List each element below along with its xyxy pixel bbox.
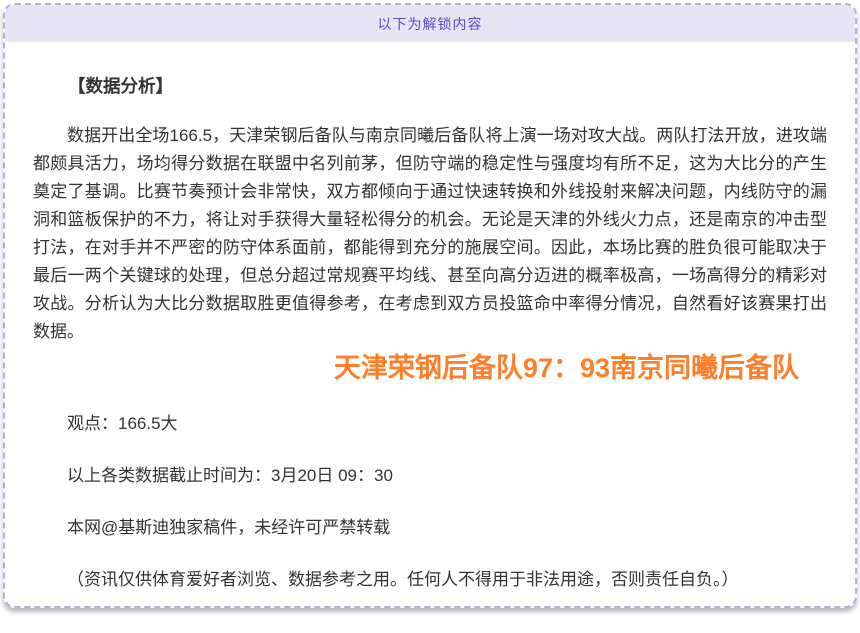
section-title-data-analysis: 【数据分析】: [33, 72, 827, 100]
unlocked-content-panel: 以下为解锁内容 【数据分析】 数据开出全场166.5，天津荣钢后备队与南京同曦后…: [3, 3, 857, 608]
disclaimer-line: （资讯仅供体育爱好者浏览、数据参考之用。任何人不得用于非法用途，否则责任自负。）: [33, 566, 827, 594]
unlocked-content-header: 以下为解锁内容: [5, 5, 855, 42]
analysis-content: 【数据分析】 数据开出全场166.5，天津荣钢后备队与南京同曦后备队将上演一场对…: [5, 42, 855, 604]
analysis-paragraph: 数据开出全场166.5，天津荣钢后备队与南京同曦后备队将上演一场对攻大战。两队打…: [33, 122, 827, 346]
data-cutoff-line: 以上各类数据截止时间为：3月20日 09：30: [33, 462, 827, 490]
unlocked-content-title: 以下为解锁内容: [378, 14, 483, 34]
viewpoint-line: 观点：166.5大: [33, 410, 827, 438]
copyright-line: 本网@基斯迪独家稿件，未经许可严禁转载: [33, 514, 827, 542]
score-prediction: 天津荣钢后备队97：93南京同曦后备队: [334, 350, 799, 386]
